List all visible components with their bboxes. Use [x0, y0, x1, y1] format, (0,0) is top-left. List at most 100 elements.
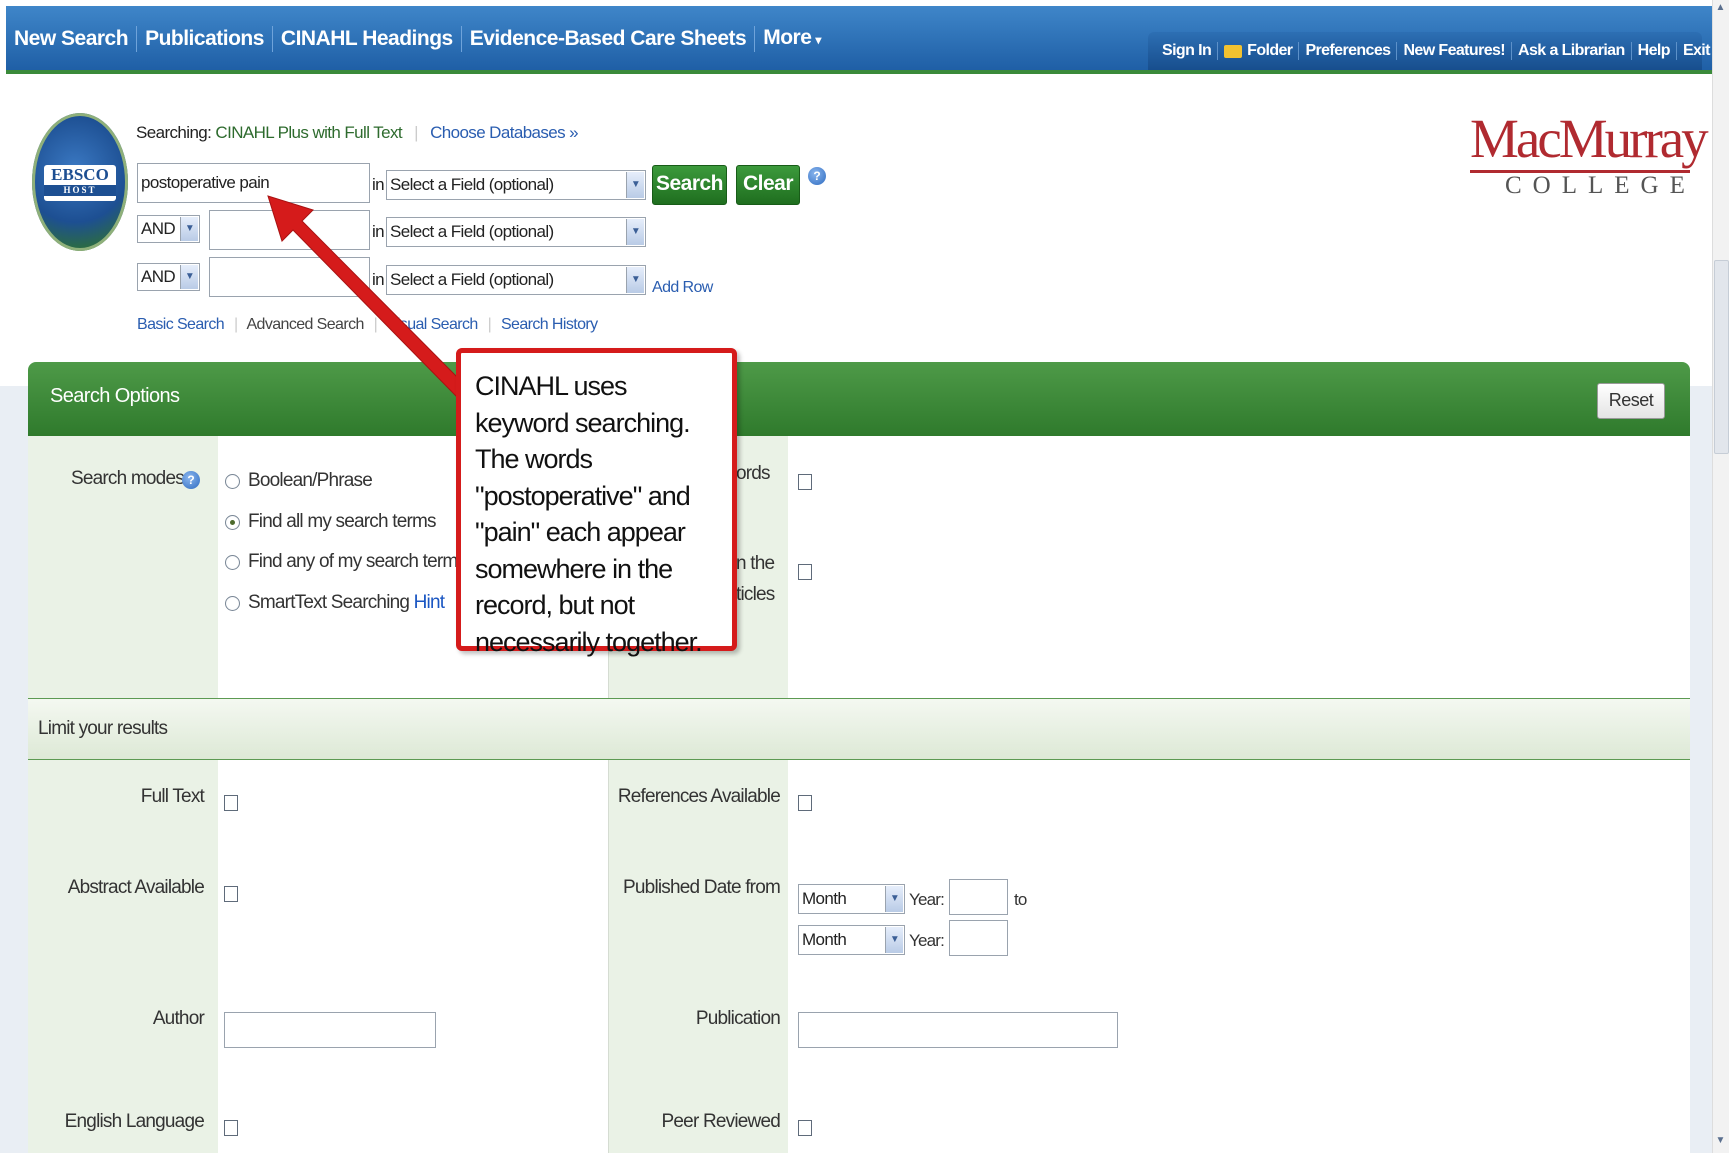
- field-select-3[interactable]: Select a Field (optional) ▼: [386, 265, 646, 295]
- search-fulltext-checkbox[interactable]: [798, 564, 812, 580]
- advanced-search-link[interactable]: Advanced Search: [246, 316, 364, 333]
- nav-new-search[interactable]: New Search: [6, 26, 138, 52]
- field-select-1[interactable]: Select a Field (optional) ▼: [386, 170, 646, 200]
- operator-select-3-value: AND: [141, 267, 176, 286]
- field-select-3-value: Select a Field (optional): [390, 270, 554, 289]
- college-logo-sub: COLLEGE: [1505, 172, 1696, 199]
- searching-label: Searching:: [136, 123, 212, 142]
- separator: |: [233, 316, 238, 333]
- chevron-down-icon: ▼: [626, 219, 644, 245]
- apply-related-words-checkbox[interactable]: [798, 474, 812, 490]
- vertical-scrollbar[interactable]: [1712, 0, 1729, 1153]
- published-date-label: Published Date from: [623, 877, 781, 898]
- english-language-checkbox[interactable]: [224, 1120, 238, 1136]
- field-select-2[interactable]: Select a Field (optional) ▼: [386, 217, 646, 247]
- logo-bottom-text: HOST: [44, 185, 116, 196]
- clear-button[interactable]: Clear: [736, 165, 800, 205]
- help-link[interactable]: Help: [1632, 42, 1677, 60]
- reset-button[interactable]: Reset: [1597, 383, 1665, 419]
- search-options-title: Search Options: [50, 385, 180, 407]
- references-available-checkbox[interactable]: [798, 795, 812, 811]
- folder-icon: [1224, 44, 1243, 58]
- nav-publications[interactable]: Publications: [137, 26, 273, 52]
- exit-link[interactable]: Exit: [1677, 42, 1716, 60]
- to-label: to: [1014, 890, 1027, 909]
- chevron-down-icon: ▼: [885, 927, 903, 953]
- publication-label: Publication: [695, 1008, 781, 1029]
- chevron-down-icon: ▼: [180, 217, 198, 241]
- separator: |: [414, 123, 418, 142]
- field-select-1-value: Select a Field (optional): [390, 175, 554, 194]
- author-input[interactable]: [224, 1012, 436, 1048]
- search-options-header: [28, 362, 1690, 436]
- search-input-1[interactable]: postoperative pain: [137, 163, 370, 203]
- full-text-checkbox[interactable]: [224, 795, 238, 811]
- help-icon[interactable]: ?: [808, 167, 826, 185]
- field-select-2-value: Select a Field (optional): [390, 222, 554, 241]
- database-name: CINAHL Plus with Full Text: [215, 123, 402, 142]
- nav-evidence-based-care-sheets[interactable]: Evidence-Based Care Sheets: [462, 26, 756, 52]
- publication-input[interactable]: [798, 1012, 1118, 1048]
- abstract-available-checkbox[interactable]: [224, 886, 238, 902]
- scroll-down-icon[interactable]: ▼: [1714, 1135, 1727, 1149]
- chevron-down-icon: ▼: [626, 267, 644, 293]
- basic-search-link[interactable]: Basic Search: [137, 316, 225, 333]
- limit-results-title: Limit your results: [38, 718, 168, 739]
- chevron-down-icon: ▾: [815, 33, 821, 47]
- mode-smarttext-radio[interactable]: [225, 596, 240, 611]
- search-input-3[interactable]: [209, 257, 370, 297]
- month-to-select[interactable]: Month ▼: [798, 925, 905, 955]
- english-language-label: English Language: [64, 1111, 205, 1132]
- search-modes-label: Search modes: [71, 468, 185, 489]
- college-logo-name: MacMurray: [1470, 108, 1709, 169]
- visual-search-link[interactable]: Visual Search: [387, 316, 478, 333]
- mode-any-terms-label: Find any of my search terms: [248, 551, 467, 572]
- help-icon[interactable]: ?: [182, 471, 200, 489]
- month-from-select[interactable]: Month ▼: [798, 884, 905, 914]
- peer-reviewed-label: Peer Reviewed: [661, 1111, 781, 1132]
- operator-select-2[interactable]: AND ▼: [137, 215, 200, 243]
- mode-all-terms-radio[interactable]: [225, 515, 240, 530]
- search-history-link[interactable]: Search History: [501, 316, 598, 333]
- year-to-input[interactable]: [949, 920, 1008, 956]
- scroll-up-icon[interactable]: ▲: [1714, 2, 1727, 16]
- search-type-links: Basic Search | Advanced Search | Visual …: [137, 316, 598, 334]
- preferences-link[interactable]: Preferences: [1299, 42, 1398, 60]
- ebscohost-logo-text: EBSCO HOST: [44, 165, 116, 201]
- mode-boolean-label: Boolean/Phrase: [248, 470, 373, 491]
- choose-databases-link[interactable]: Choose Databases »: [430, 123, 579, 142]
- logo-top-text: EBSCO: [51, 165, 109, 184]
- add-row-link[interactable]: Add Row: [652, 279, 713, 297]
- year-from-label: Year:: [909, 890, 945, 909]
- search-input-2[interactable]: [209, 210, 370, 250]
- right-margin: [1690, 386, 1712, 1153]
- chevron-down-icon: ▼: [885, 886, 903, 912]
- ask-a-librarian-link[interactable]: Ask a Librarian: [1512, 42, 1632, 60]
- peer-reviewed-checkbox[interactable]: [798, 1120, 812, 1136]
- year-to-label: Year:: [909, 931, 945, 950]
- mode-any-terms-radio[interactable]: [225, 555, 240, 570]
- annotation-callout-text: CINAHL uses keyword searching. The words…: [475, 371, 703, 657]
- operator-select-3[interactable]: AND ▼: [137, 263, 200, 291]
- nav-more[interactable]: More ▾: [755, 25, 829, 53]
- left-margin: [0, 386, 28, 1153]
- sign-in-link[interactable]: Sign In: [1156, 42, 1219, 60]
- mode-all-terms-label: Find all my search terms: [248, 511, 437, 532]
- scrollbar-thumb[interactable]: [1714, 260, 1729, 454]
- in-label-1: in: [372, 175, 385, 194]
- hint-link[interactable]: Hint: [414, 592, 445, 613]
- mode-boolean-radio[interactable]: [225, 474, 240, 489]
- chevron-down-icon: ▼: [626, 172, 644, 198]
- folder-link[interactable]: Folder: [1218, 42, 1300, 60]
- search-fulltext-label-a: n the: [736, 553, 775, 574]
- new-features-link[interactable]: New Features!: [1397, 42, 1513, 60]
- year-from-input[interactable]: [949, 879, 1008, 915]
- nav-cinahl-headings[interactable]: CINAHL Headings: [273, 26, 462, 52]
- abstract-available-label: Abstract Available: [67, 877, 205, 898]
- search-button[interactable]: Search: [652, 165, 727, 205]
- label-column-3: [28, 758, 218, 1153]
- separator: |: [487, 316, 492, 333]
- mode-smarttext-label: SmartText Searching Hint: [248, 592, 445, 614]
- searching-line: Searching: CINAHL Plus with Full Text | …: [136, 123, 579, 143]
- folder-label: Folder: [1247, 42, 1293, 59]
